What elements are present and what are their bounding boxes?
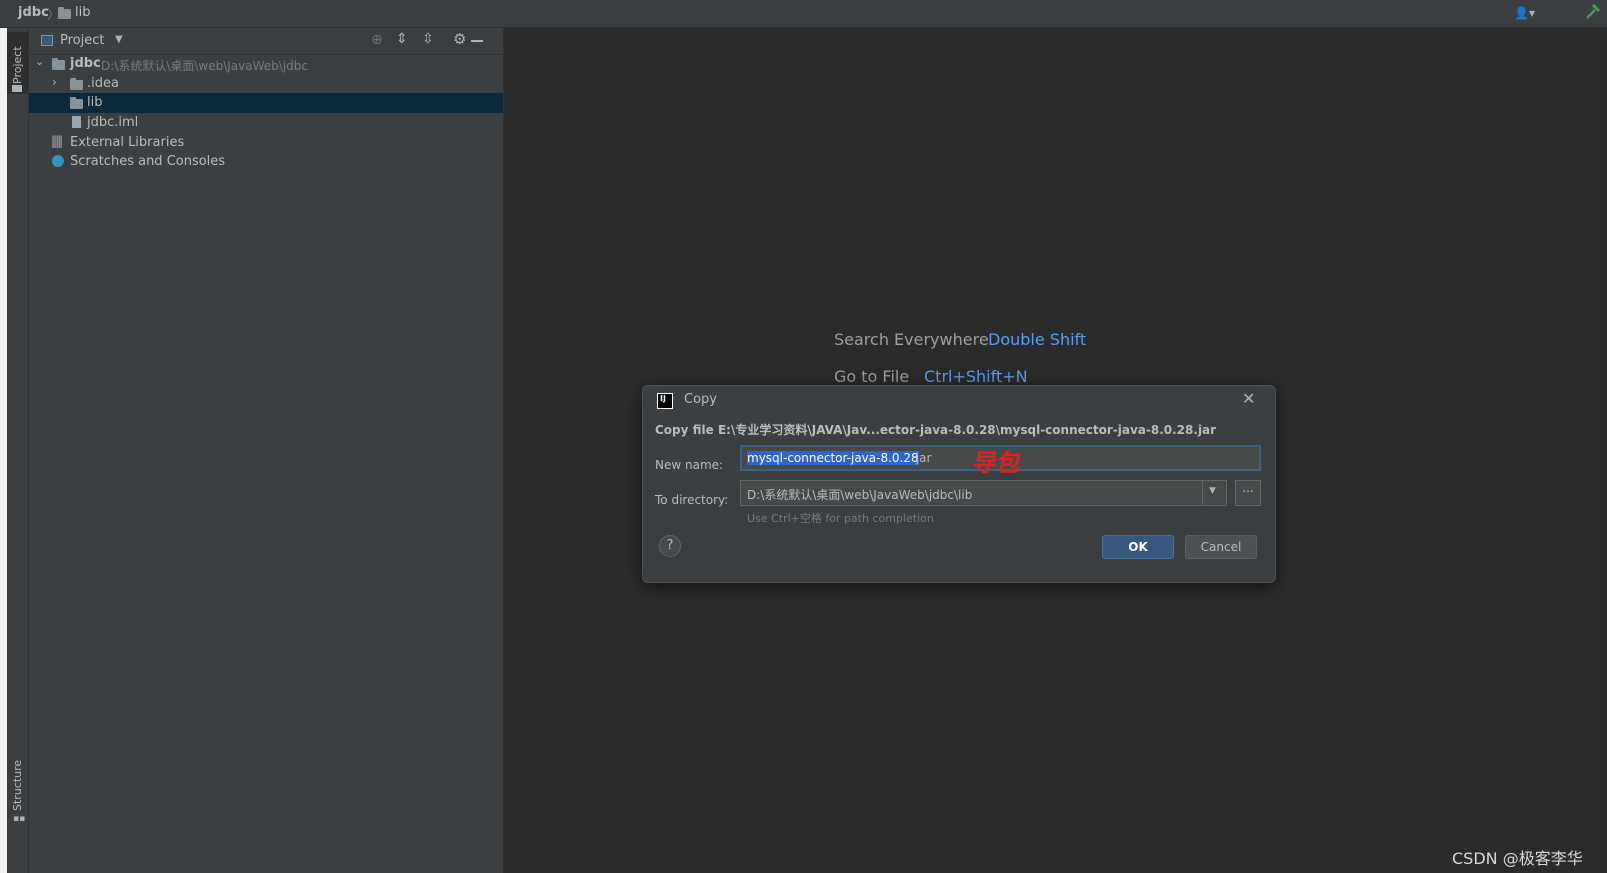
- chevron-down-icon[interactable]: ⌄: [35, 55, 44, 68]
- tree-item-label: Scratches and Consoles: [70, 154, 226, 169]
- tree-item-idea[interactable]: › .idea: [29, 74, 503, 94]
- go-to-file-hint: Go to File: [834, 367, 910, 386]
- combobox-divider: [1202, 481, 1203, 505]
- folder-icon: [70, 97, 83, 109]
- library-icon: |||‖: [51, 134, 63, 148]
- chevron-down-icon[interactable]: ▼: [1209, 486, 1216, 496]
- intellij-logo-glyph: IJ: [660, 394, 666, 403]
- help-icon: ?: [666, 538, 674, 553]
- module-folder-icon: [52, 58, 65, 70]
- ok-button[interactable]: OK: [1102, 535, 1174, 559]
- search-everywhere-shortcut: Double Shift: [988, 330, 1087, 349]
- new-name-label: New name:: [655, 458, 724, 472]
- gear-icon[interactable]: ⚙: [453, 30, 466, 48]
- tree-item-label: External Libraries: [70, 135, 185, 150]
- expand-all-icon[interactable]: ⇕: [396, 31, 408, 47]
- to-directory-combobox[interactable]: D:\系统默认\桌面\web\JavaWeb\jdbc\lib ▼: [740, 480, 1227, 506]
- dialog-title: Copy: [684, 392, 717, 407]
- chevron-right-icon[interactable]: ›: [52, 75, 57, 89]
- project-view-icon: [41, 35, 53, 46]
- tool-window-stripe: Project Structure ▪▪: [7, 28, 29, 873]
- tree-item-jdbc[interactable]: ⌄ jdbc D:\系统默认\桌面\web\JavaWeb\jdbc: [29, 54, 503, 74]
- tree-item-label: jdbc: [70, 56, 101, 71]
- tree-item-jdbc-iml[interactable]: jdbc.iml: [29, 113, 503, 133]
- browse-label: ...: [1242, 481, 1254, 495]
- structure-tool-tab[interactable]: Structure ▪▪: [7, 753, 28, 824]
- tree-item-external-libraries[interactable]: |||‖ External Libraries: [29, 133, 503, 153]
- breadcrumb-folder[interactable]: lib: [75, 5, 90, 20]
- structure-icon: ▪▪: [13, 814, 26, 824]
- cancel-button[interactable]: Cancel: [1185, 535, 1257, 559]
- locate-icon[interactable]: ⊕: [371, 32, 383, 48]
- new-name-selected-text: mysql-connector-java-8.0.28: [747, 451, 919, 465]
- project-panel: Project ▼ ⊕ ⇕ ⇳ ⚙ ⌄ jdbc D:\系统默认\桌面\web\…: [29, 28, 504, 873]
- watermark: CSDN @极客李华: [1452, 849, 1583, 868]
- breadcrumb-project[interactable]: jdbc: [18, 5, 49, 20]
- close-icon[interactable]: ✕: [1242, 389, 1255, 408]
- tree-item-scratches[interactable]: Scratches and Consoles: [29, 152, 503, 172]
- help-button[interactable]: ?: [659, 535, 681, 557]
- project-folder-icon: [12, 85, 22, 92]
- scratches-icon: [52, 155, 64, 167]
- to-directory-value: D:\系统默认\桌面\web\JavaWeb\jdbc\lib: [747, 488, 973, 502]
- search-everywhere-hint: Search Everywhere: [834, 330, 989, 349]
- to-directory-label: To directory:: [655, 493, 729, 507]
- new-name-input[interactable]: mysql-connector-java-8.0.28 .jar 导包: [740, 445, 1261, 477]
- go-to-file-shortcut: Ctrl+Shift+N: [924, 367, 1028, 386]
- window-edge: [0, 28, 7, 873]
- new-name-rest-text: .jar: [912, 451, 932, 465]
- tree-item-label: .idea: [87, 76, 119, 91]
- project-tool-label: Project: [11, 46, 24, 84]
- collapse-all-icon[interactable]: ⇳: [422, 31, 434, 47]
- dialog-heading: Copy file E:\专业学习资料\JAVA\Jav...ector-jav…: [655, 423, 1217, 437]
- user-icon[interactable]: 👤▾: [1514, 6, 1535, 20]
- folder-icon: [70, 78, 83, 90]
- copy-dialog: IJ Copy ✕ Copy file E:\专业学习资料\JAVA\Jav..…: [642, 385, 1276, 583]
- project-panel-header: Project ▼ ⊕ ⇕ ⇳ ⚙: [29, 28, 503, 55]
- annotation-text: 导包: [971, 449, 1019, 477]
- file-icon: [72, 116, 81, 128]
- intellij-logo-icon: IJ: [657, 393, 673, 409]
- tree-item-label: lib: [87, 95, 103, 110]
- project-view-selector[interactable]: Project: [60, 33, 104, 48]
- path-completion-hint: Use Ctrl+空格 for path completion: [747, 512, 934, 525]
- chevron-down-icon[interactable]: ▼: [115, 34, 123, 45]
- tree-item-label: jdbc.iml: [87, 115, 139, 130]
- structure-tool-label: Structure: [11, 759, 24, 811]
- tree-item-lib[interactable]: lib: [29, 93, 503, 113]
- hide-panel-icon[interactable]: [471, 40, 483, 42]
- project-tool-tab[interactable]: Project: [7, 32, 28, 94]
- browse-button[interactable]: ...: [1235, 480, 1261, 506]
- hammer-icon[interactable]: [1584, 3, 1602, 21]
- tree-item-path: D:\系统默认\桌面\web\JavaWeb\jdbc: [101, 59, 308, 73]
- folder-icon: [58, 7, 71, 19]
- navigation-bar: jdbc 〉 lib 👤▾: [0, 0, 1607, 28]
